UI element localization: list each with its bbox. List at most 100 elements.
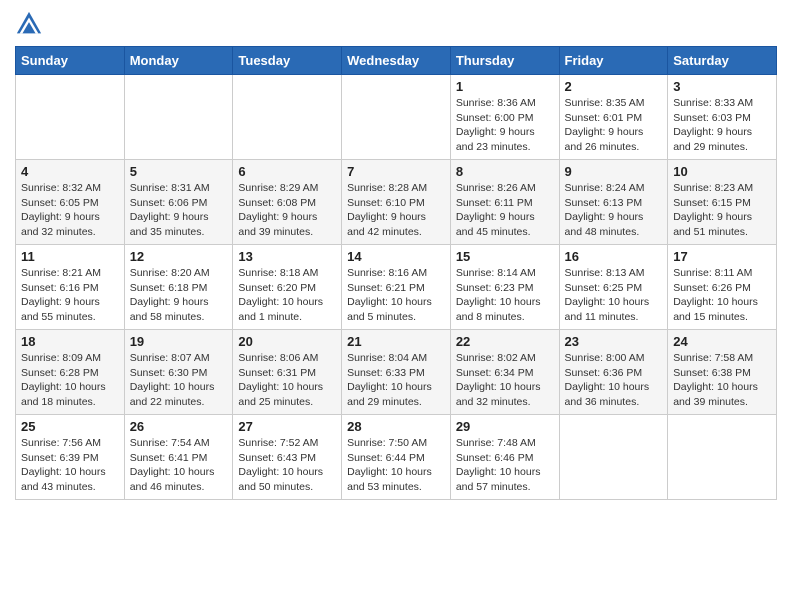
calendar-cell: 14 Sunrise: 8:16 AM Sunset: 6:21 PM Dayli… [342, 245, 451, 330]
day-info: Sunrise: 8:33 AM Sunset: 6:03 PM Dayligh… [673, 96, 771, 155]
day-number: 20 [238, 334, 336, 349]
day-info: Sunrise: 8:13 AM Sunset: 6:25 PM Dayligh… [565, 266, 663, 325]
day-number: 17 [673, 249, 771, 264]
day-info: Sunrise: 8:24 AM Sunset: 6:13 PM Dayligh… [565, 181, 663, 240]
calendar-cell: 26 Sunrise: 7:54 AM Sunset: 6:41 PM Dayli… [124, 415, 233, 500]
day-number: 29 [456, 419, 554, 434]
day-number: 25 [21, 419, 119, 434]
header-day-sunday: Sunday [16, 47, 125, 75]
calendar-cell: 9 Sunrise: 8:24 AM Sunset: 6:13 PM Daylig… [559, 160, 668, 245]
day-number: 9 [565, 164, 663, 179]
day-number: 11 [21, 249, 119, 264]
calendar-cell: 20 Sunrise: 8:06 AM Sunset: 6:31 PM Dayli… [233, 330, 342, 415]
calendar-cell: 5Sunrise: 8:31 AM Sunset: 6:06 PM Daylig… [124, 160, 233, 245]
day-info: Sunrise: 7:52 AM Sunset: 6:43 PM Dayligh… [238, 436, 336, 495]
day-info: Sunrise: 8:35 AM Sunset: 6:01 PM Dayligh… [565, 96, 663, 155]
day-info: Sunrise: 8:32 AM Sunset: 6:05 PM Dayligh… [21, 181, 119, 240]
day-info: Sunrise: 8:26 AM Sunset: 6:11 PM Dayligh… [456, 181, 554, 240]
calendar-cell: 23Sunrise: 8:00 AM Sunset: 6:36 PM Dayli… [559, 330, 668, 415]
calendar-week-3: 11 Sunrise: 8:21 AM Sunset: 6:16 PM Dayli… [16, 245, 777, 330]
day-number: 7 [347, 164, 445, 179]
day-info: Sunrise: 8:36 AM Sunset: 6:00 PM Dayligh… [456, 96, 554, 155]
day-info: Sunrise: 7:54 AM Sunset: 6:41 PM Dayligh… [130, 436, 228, 495]
calendar-cell: 16 Sunrise: 8:13 AM Sunset: 6:25 PM Dayli… [559, 245, 668, 330]
calendar-cell: 6 Sunrise: 8:29 AM Sunset: 6:08 PM Daylig… [233, 160, 342, 245]
page-header [15, 10, 777, 38]
calendar-cell: 8 Sunrise: 8:26 AM Sunset: 6:11 PM Daylig… [450, 160, 559, 245]
calendar-cell: 28 Sunrise: 7:50 AM Sunset: 6:44 PM Dayli… [342, 415, 451, 500]
calendar-cell: 27 Sunrise: 7:52 AM Sunset: 6:43 PM Dayli… [233, 415, 342, 500]
day-number: 4 [21, 164, 119, 179]
day-info: Sunrise: 8:11 AM Sunset: 6:26 PM Dayligh… [673, 266, 771, 325]
day-number: 10 [673, 164, 771, 179]
day-number: 5 [130, 164, 228, 179]
logo-icon [15, 10, 43, 38]
day-number: 13 [238, 249, 336, 264]
calendar-cell: 10Sunrise: 8:23 AM Sunset: 6:15 PM Dayli… [668, 160, 777, 245]
calendar-cell [124, 75, 233, 160]
calendar-week-5: 25 Sunrise: 7:56 AM Sunset: 6:39 PM Dayli… [16, 415, 777, 500]
calendar-cell: 12Sunrise: 8:20 AM Sunset: 6:18 PM Dayli… [124, 245, 233, 330]
calendar-cell [16, 75, 125, 160]
calendar-cell [342, 75, 451, 160]
calendar-cell: 19 Sunrise: 8:07 AM Sunset: 6:30 PM Dayli… [124, 330, 233, 415]
day-number: 6 [238, 164, 336, 179]
day-number: 1 [456, 79, 554, 94]
day-info: Sunrise: 8:21 AM Sunset: 6:16 PM Dayligh… [21, 266, 119, 325]
calendar-cell: 11 Sunrise: 8:21 AM Sunset: 6:16 PM Dayli… [16, 245, 125, 330]
calendar-week-1: 1 Sunrise: 8:36 AM Sunset: 6:00 PM Daylig… [16, 75, 777, 160]
day-number: 22 [456, 334, 554, 349]
day-info: Sunrise: 8:02 AM Sunset: 6:34 PM Dayligh… [456, 351, 554, 410]
calendar-cell: 15 Sunrise: 8:14 AM Sunset: 6:23 PM Dayli… [450, 245, 559, 330]
header-day-wednesday: Wednesday [342, 47, 451, 75]
header-day-tuesday: Tuesday [233, 47, 342, 75]
calendar-cell: 21 Sunrise: 8:04 AM Sunset: 6:33 PM Dayli… [342, 330, 451, 415]
day-number: 15 [456, 249, 554, 264]
day-info: Sunrise: 8:09 AM Sunset: 6:28 PM Dayligh… [21, 351, 119, 410]
calendar-week-2: 4 Sunrise: 8:32 AM Sunset: 6:05 PM Daylig… [16, 160, 777, 245]
day-number: 24 [673, 334, 771, 349]
day-info: Sunrise: 8:00 AM Sunset: 6:36 PM Dayligh… [565, 351, 663, 410]
day-info: Sunrise: 7:58 AM Sunset: 6:38 PM Dayligh… [673, 351, 771, 410]
calendar-cell: 25 Sunrise: 7:56 AM Sunset: 6:39 PM Dayli… [16, 415, 125, 500]
calendar-cell: 3 Sunrise: 8:33 AM Sunset: 6:03 PM Daylig… [668, 75, 777, 160]
day-number: 26 [130, 419, 228, 434]
calendar-cell: 4 Sunrise: 8:32 AM Sunset: 6:05 PM Daylig… [16, 160, 125, 245]
calendar-cell: 17 Sunrise: 8:11 AM Sunset: 6:26 PM Dayli… [668, 245, 777, 330]
calendar-cell: 22 Sunrise: 8:02 AM Sunset: 6:34 PM Dayli… [450, 330, 559, 415]
day-info: Sunrise: 8:28 AM Sunset: 6:10 PM Dayligh… [347, 181, 445, 240]
day-info: Sunrise: 7:50 AM Sunset: 6:44 PM Dayligh… [347, 436, 445, 495]
day-info: Sunrise: 8:16 AM Sunset: 6:21 PM Dayligh… [347, 266, 445, 325]
calendar-cell [233, 75, 342, 160]
day-number: 8 [456, 164, 554, 179]
day-number: 27 [238, 419, 336, 434]
day-info: Sunrise: 8:04 AM Sunset: 6:33 PM Dayligh… [347, 351, 445, 410]
day-number: 12 [130, 249, 228, 264]
day-number: 19 [130, 334, 228, 349]
day-info: Sunrise: 7:56 AM Sunset: 6:39 PM Dayligh… [21, 436, 119, 495]
header-day-thursday: Thursday [450, 47, 559, 75]
calendar-cell: 2 Sunrise: 8:35 AM Sunset: 6:01 PM Daylig… [559, 75, 668, 160]
day-info: Sunrise: 8:29 AM Sunset: 6:08 PM Dayligh… [238, 181, 336, 240]
day-number: 2 [565, 79, 663, 94]
day-number: 3 [673, 79, 771, 94]
header-day-monday: Monday [124, 47, 233, 75]
day-number: 21 [347, 334, 445, 349]
calendar-cell: 13 Sunrise: 8:18 AM Sunset: 6:20 PM Dayli… [233, 245, 342, 330]
calendar-cell: 1 Sunrise: 8:36 AM Sunset: 6:00 PM Daylig… [450, 75, 559, 160]
day-info: Sunrise: 8:14 AM Sunset: 6:23 PM Dayligh… [456, 266, 554, 325]
calendar-cell: 24 Sunrise: 7:58 AM Sunset: 6:38 PM Dayli… [668, 330, 777, 415]
day-number: 16 [565, 249, 663, 264]
day-number: 18 [21, 334, 119, 349]
day-number: 14 [347, 249, 445, 264]
calendar-cell [559, 415, 668, 500]
day-info: Sunrise: 8:18 AM Sunset: 6:20 PM Dayligh… [238, 266, 336, 325]
calendar-week-4: 18 Sunrise: 8:09 AM Sunset: 6:28 PM Dayli… [16, 330, 777, 415]
day-info: Sunrise: 8:07 AM Sunset: 6:30 PM Dayligh… [130, 351, 228, 410]
day-info: Sunrise: 8:06 AM Sunset: 6:31 PM Dayligh… [238, 351, 336, 410]
header-day-saturday: Saturday [668, 47, 777, 75]
logo [15, 10, 47, 38]
day-number: 28 [347, 419, 445, 434]
calendar-cell: 29Sunrise: 7:48 AM Sunset: 6:46 PM Dayli… [450, 415, 559, 500]
calendar-table: SundayMondayTuesdayWednesdayThursdayFrid… [15, 46, 777, 500]
